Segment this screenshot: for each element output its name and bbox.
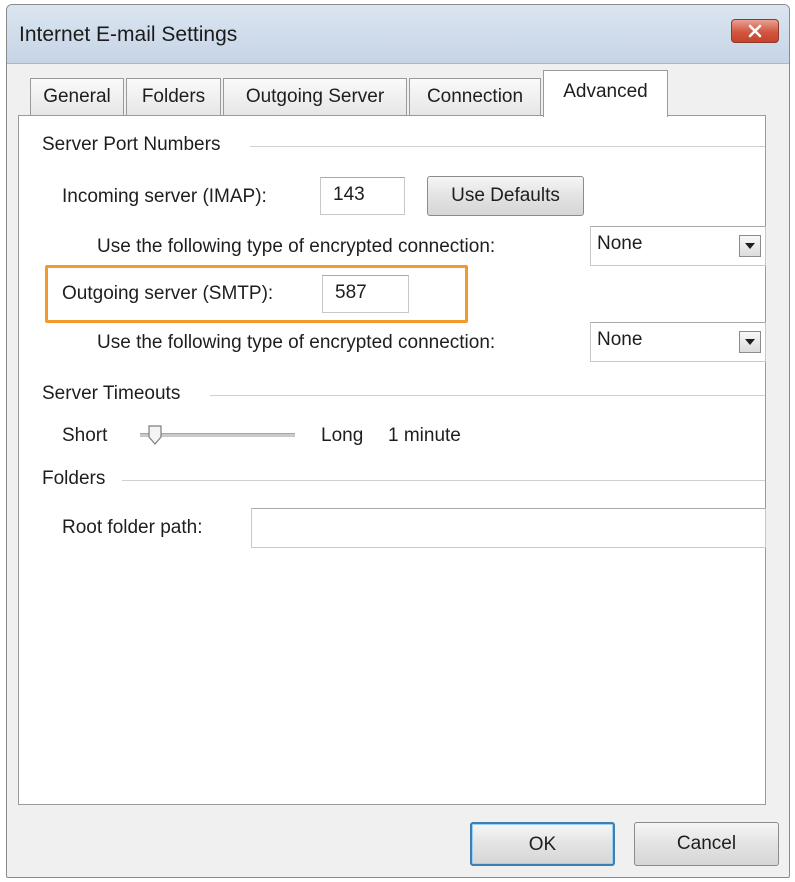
outgoing-encryption-value: None	[597, 329, 643, 350]
use-defaults-button[interactable]: Use Defaults	[427, 176, 584, 216]
tab-folders[interactable]: Folders	[126, 78, 221, 115]
incoming-encryption-label: Use the following type of encrypted conn…	[97, 236, 496, 257]
server-timeouts-heading: Server Timeouts	[42, 383, 189, 405]
timeout-short-label: Short	[62, 425, 108, 446]
dropdown-button[interactable]	[739, 235, 761, 257]
outgoing-encryption-label: Use the following type of encrypted conn…	[97, 332, 496, 353]
tab-outgoing-server[interactable]: Outgoing Server	[223, 78, 407, 115]
advanced-tab-panel	[18, 115, 766, 805]
folders-heading: Folders	[42, 468, 114, 490]
cancel-button[interactable]: Cancel	[634, 822, 779, 866]
root-folder-input[interactable]	[251, 508, 766, 548]
group-divider	[122, 480, 765, 481]
timeout-value: 1 minute	[388, 425, 461, 446]
group-divider	[210, 395, 765, 396]
tab-general[interactable]: General	[30, 78, 124, 115]
timeout-slider-thumb[interactable]	[148, 425, 162, 445]
title-bar: Internet E-mail Settings	[7, 5, 789, 64]
chevron-down-icon	[745, 243, 755, 249]
group-divider	[250, 146, 765, 147]
incoming-encryption-select[interactable]: None	[590, 226, 766, 266]
close-button[interactable]	[731, 19, 779, 43]
window-title: Internet E-mail Settings	[19, 23, 238, 46]
tab-advanced[interactable]: Advanced	[543, 70, 668, 117]
chevron-down-icon	[745, 339, 755, 345]
incoming-encryption-value: None	[597, 233, 643, 254]
tab-connection[interactable]: Connection	[409, 78, 541, 115]
dropdown-button[interactable]	[739, 331, 761, 353]
timeout-long-label: Long	[321, 425, 364, 446]
ok-button[interactable]: OK	[470, 822, 615, 866]
outgoing-server-highlight	[45, 265, 468, 323]
incoming-port-input[interactable]: 143	[320, 177, 405, 215]
close-icon	[748, 24, 762, 38]
server-port-numbers-heading: Server Port Numbers	[42, 134, 229, 156]
incoming-server-label: Incoming server (IMAP):	[62, 186, 267, 207]
outgoing-encryption-select[interactable]: None	[590, 322, 766, 362]
timeout-slider-track[interactable]	[140, 433, 295, 437]
root-folder-label: Root folder path:	[62, 517, 203, 538]
